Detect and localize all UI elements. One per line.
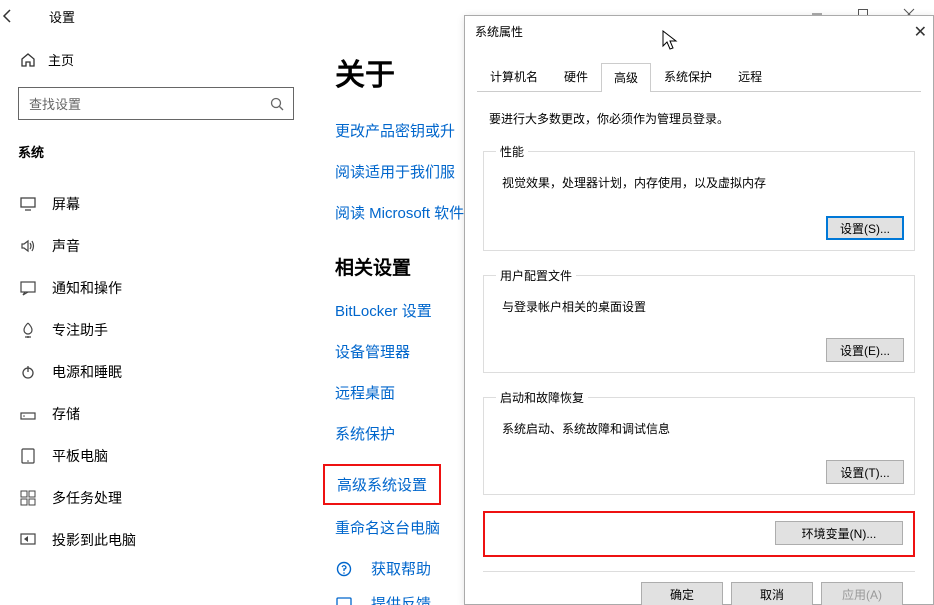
startup-recovery-legend: 启动和故障恢复: [496, 389, 588, 406]
power-icon: [18, 363, 38, 381]
sidebar-item-label: 屏幕: [52, 194, 80, 214]
help-icon: [335, 560, 357, 578]
search-input[interactable]: 查找设置: [18, 87, 294, 120]
tab-remote[interactable]: 远程: [725, 62, 775, 91]
settings-main: 关于 更改产品密钥或升 阅读适用于我们服 阅读 Microsoft 软件 相关设…: [305, 32, 464, 605]
display-icon: [18, 195, 38, 213]
related-remote-desktop[interactable]: 远程桌面: [335, 382, 464, 403]
tab-hardware[interactable]: 硬件: [551, 62, 601, 91]
dialog-title: 系统属性: [465, 16, 933, 46]
notifications-icon: [18, 279, 38, 297]
sidebar-item-label: 声音: [52, 236, 80, 256]
feedback-icon: [335, 595, 357, 605]
storage-icon: [18, 405, 38, 423]
sound-icon: [18, 237, 38, 255]
tab-computer-name[interactable]: 计算机名: [477, 62, 551, 91]
dialog-close-button[interactable]: ✕: [914, 22, 927, 42]
home-icon: [18, 52, 38, 68]
sidebar-item-label: 专注助手: [52, 320, 108, 340]
focus-icon: [18, 321, 38, 339]
sidebar-item-label: 投影到此电脑: [52, 530, 136, 550]
about-link-1[interactable]: 阅读适用于我们服: [335, 161, 464, 182]
admin-note: 要进行大多数更改，你必须作为管理员登录。: [489, 110, 915, 127]
search-placeholder: 查找设置: [29, 94, 81, 113]
user-profiles-desc: 与登录帐户相关的桌面设置: [502, 298, 902, 315]
user-profiles-legend: 用户配置文件: [496, 267, 576, 284]
settings-sidebar: 主页 查找设置 系统 屏幕 声音: [0, 32, 305, 605]
about-link-0[interactable]: 更改产品密钥或升: [335, 120, 464, 141]
dialog-tabs: 计算机名 硬件 高级 系统保护 远程: [477, 62, 921, 92]
page-title: 关于: [335, 50, 464, 94]
home-link[interactable]: 主页: [18, 50, 291, 69]
environment-variables-button[interactable]: 环境变量(N)...: [775, 521, 903, 545]
user-profiles-settings-button[interactable]: 设置(E)...: [826, 338, 904, 362]
startup-recovery-settings-button[interactable]: 设置(T)...: [826, 460, 904, 484]
sidebar-item-multitasking[interactable]: 多任务处理: [18, 477, 291, 519]
multitasking-icon: [18, 489, 38, 507]
related-advanced-system-settings[interactable]: 高级系统设置: [323, 464, 441, 505]
sidebar-item-focus[interactable]: 专注助手: [18, 309, 291, 351]
tab-system-protection[interactable]: 系统保护: [651, 62, 725, 91]
user-profiles-group: 用户配置文件 与登录帐户相关的桌面设置 设置(E)...: [483, 267, 915, 373]
app-title: 设置: [49, 7, 75, 26]
tab-advanced[interactable]: 高级: [601, 63, 651, 92]
related-device-manager[interactable]: 设备管理器: [335, 341, 464, 362]
startup-recovery-desc: 系统启动、系统故障和调试信息: [502, 420, 902, 437]
sidebar-item-tablet[interactable]: 平板电脑: [18, 435, 291, 477]
performance-group: 性能 视觉效果，处理器计划，内存使用，以及虚拟内存 设置(S)...: [483, 143, 915, 251]
sidebar-item-label: 存储: [52, 404, 80, 424]
cancel-button[interactable]: 取消: [731, 582, 813, 605]
sidebar-item-power[interactable]: 电源和睡眠: [18, 351, 291, 393]
about-link-2[interactable]: 阅读 Microsoft 软件: [335, 202, 464, 223]
sidebar-item-storage[interactable]: 存储: [18, 393, 291, 435]
startup-recovery-group: 启动和故障恢复 系统启动、系统故障和调试信息 设置(T)...: [483, 389, 915, 495]
sidebar-item-display[interactable]: 屏幕: [18, 183, 291, 225]
tablet-icon: [18, 447, 38, 465]
back-button[interactable]: [0, 8, 44, 24]
related-rename-pc[interactable]: 重命名这台电脑: [335, 517, 464, 538]
sidebar-item-notifications[interactable]: 通知和操作: [18, 267, 291, 309]
get-help-label: 获取帮助: [371, 558, 431, 579]
performance-desc: 视觉效果，处理器计划，内存使用，以及虚拟内存: [502, 174, 902, 191]
performance-legend: 性能: [496, 143, 528, 160]
related-system-protection[interactable]: 系统保护: [335, 423, 464, 444]
search-icon: [269, 96, 285, 112]
sidebar-section-label: 系统: [18, 142, 291, 161]
get-help-link[interactable]: 获取帮助: [335, 558, 464, 579]
sidebar-item-sound[interactable]: 声音: [18, 225, 291, 267]
related-settings-heading: 相关设置: [335, 253, 464, 280]
sidebar-item-projecting[interactable]: 投影到此电脑: [18, 519, 291, 561]
apply-button[interactable]: 应用(A): [821, 582, 903, 605]
performance-settings-button[interactable]: 设置(S)...: [826, 216, 904, 240]
sidebar-item-label: 平板电脑: [52, 446, 108, 466]
ok-button[interactable]: 确定: [641, 582, 723, 605]
related-bitlocker[interactable]: BitLocker 设置: [335, 300, 464, 321]
projecting-icon: [18, 531, 38, 549]
env-vars-highlight: 环境变量(N)...: [483, 511, 915, 557]
dialog-footer: 确定 取消 应用(A): [483, 571, 915, 605]
give-feedback-link[interactable]: 提供反馈: [335, 593, 464, 605]
sidebar-item-label: 多任务处理: [52, 488, 122, 508]
feedback-label: 提供反馈: [371, 593, 431, 605]
system-properties-dialog: 系统属性 ✕ 计算机名 硬件 高级 系统保护 远程 要进行大多数更改，你必须作为…: [464, 15, 934, 605]
sidebar-item-label: 电源和睡眠: [52, 362, 122, 382]
sidebar-item-label: 通知和操作: [52, 278, 122, 298]
home-label: 主页: [48, 50, 74, 69]
